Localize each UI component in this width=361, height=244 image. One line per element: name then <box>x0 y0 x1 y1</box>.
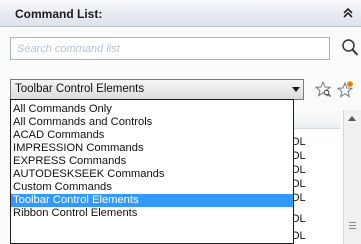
magnifier-icon[interactable] <box>341 38 359 57</box>
command-filter-dropdown[interactable]: Toolbar Control Elements <box>10 79 304 100</box>
dropdown-option[interactable]: AUTODESKSEEK Commands <box>11 168 293 181</box>
dropdown-option[interactable]: All Commands Only <box>11 103 293 116</box>
dropdown-option[interactable]: ACAD Commands <box>11 129 293 142</box>
dropdown-selected-value: Toolbar Control Elements <box>15 83 145 95</box>
vertical-scrollbar[interactable] <box>343 110 361 244</box>
double-chevron-up-icon[interactable] <box>341 6 355 20</box>
dropdown-option-selected[interactable]: Toolbar Control Elements <box>11 194 293 207</box>
find-star-icon[interactable] <box>314 80 332 98</box>
scroll-up-arrow-icon[interactable] <box>348 116 356 121</box>
chevron-down-icon[interactable] <box>292 87 300 92</box>
panel-title: Command List: <box>15 7 103 21</box>
search-field[interactable] <box>10 37 330 60</box>
new-star-icon[interactable] <box>336 80 354 98</box>
panel-header: Command List: <box>0 0 361 27</box>
dropdown-option[interactable]: All Commands and Controls <box>11 116 293 129</box>
dropdown-option[interactable]: Ribbon Control Elements <box>11 207 293 220</box>
search-input[interactable] <box>11 38 329 59</box>
dropdown-option[interactable]: EXPRESS Commands <box>11 155 293 168</box>
scroll-grip-icon[interactable] <box>349 222 356 231</box>
dropdown-option[interactable]: IMPRESSION Commands <box>11 142 293 155</box>
dropdown-option[interactable]: Custom Commands <box>11 181 293 194</box>
command-list-panel: Command List: Toolbar Control Elements O… <box>0 0 361 244</box>
command-filter-dropdown-list[interactable]: All Commands Only All Commands and Contr… <box>10 99 294 244</box>
